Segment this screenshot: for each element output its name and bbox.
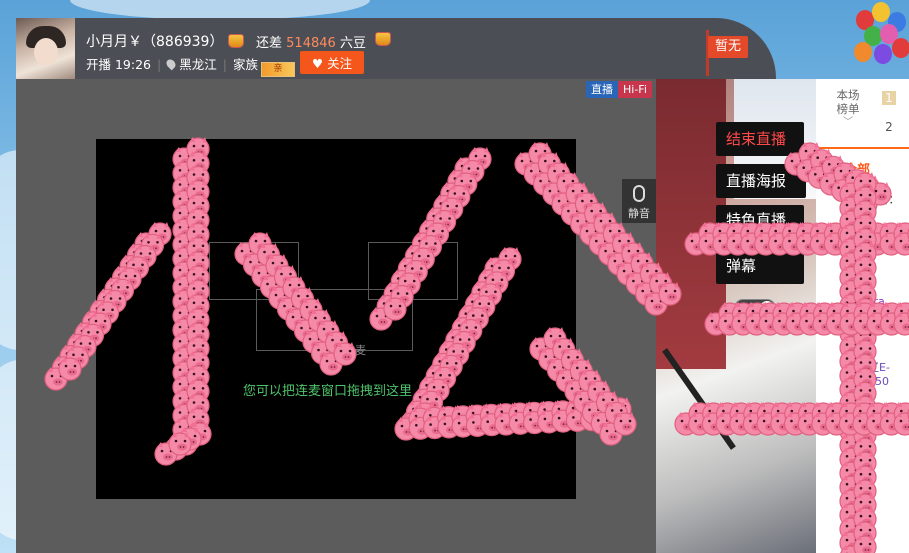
rank-position-2: 2	[885, 120, 893, 134]
rank-flag-badge[interactable]: 暂无	[708, 36, 748, 58]
live-video-stage[interactable]: 直播 Hi-Fi 连麦 您可以把连麦窗口拖拽到这里 静音	[16, 79, 656, 553]
tab-all[interactable]: 全部	[844, 159, 870, 178]
background-cloud	[70, 0, 370, 20]
microphone-icon	[633, 185, 645, 202]
needs-label: 还差	[256, 36, 283, 51]
balloons-decoration	[852, 2, 909, 74]
divider: |	[157, 57, 162, 72]
danmu-toggle[interactable]: OFF	[734, 299, 776, 317]
quality-badges: 直播 Hi-Fi	[586, 81, 652, 98]
chat-message: 辽E-650	[868, 361, 890, 388]
end-live-button[interactable]: 结束直播	[716, 122, 804, 156]
live-poster-button[interactable]: 直播海报	[716, 164, 806, 198]
next-level-crown-icon	[376, 33, 390, 45]
link-slot-label: 连麦	[344, 344, 366, 357]
session-rank-label-2: 榜单	[836, 102, 860, 116]
danmu-label: 弹幕	[726, 257, 757, 275]
mute-label: 静音	[628, 207, 650, 220]
session-rank-label: 本场	[836, 88, 860, 102]
hifi-badge[interactable]: Hi-Fi	[618, 81, 652, 98]
live-badge: 直播	[586, 81, 618, 98]
rank-panel: 本场 榜单 ﹀ 1 2 全部 告】： andora 辽E-650	[816, 79, 909, 553]
streamer-avatar[interactable]	[16, 18, 75, 79]
streamer-info-row: 开播 19:26 | 黑龙江 | 家族亲	[86, 54, 295, 77]
needs-amount: 514846	[286, 36, 336, 51]
streamer-name: 小月月￥（886939）	[86, 34, 224, 50]
family-label: 家族	[232, 57, 258, 72]
level-progress: 还差 514846 六豆	[256, 32, 366, 51]
needs-unit: 六豆	[339, 36, 366, 51]
drag-hint-text: 您可以把连麦窗口拖拽到这里	[243, 384, 413, 399]
crown-icon	[229, 35, 244, 47]
avatar-face	[34, 38, 58, 66]
family-badge[interactable]: 亲	[260, 62, 295, 77]
chevron-down-icon: ﹀	[843, 117, 853, 128]
rank-position-1: 1	[882, 91, 896, 105]
video-screen[interactable]: 连麦 您可以把连麦窗口拖拽到这里	[96, 139, 576, 499]
chat-message: andora	[846, 295, 885, 308]
location-pin-icon	[164, 57, 178, 71]
divider: |	[222, 57, 227, 72]
streamer-name-row: 小月月￥（886939）	[86, 31, 247, 51]
link-slot[interactable]	[256, 289, 413, 351]
location: 黑龙江	[179, 57, 217, 72]
danmu-control[interactable]: 弹幕 OFF	[716, 248, 804, 317]
live-since: 开播 19:26	[86, 57, 151, 72]
mute-button[interactable]: 静音	[622, 179, 656, 223]
streamer-header: 小月月￥（886939） 还差 514846 六豆 开播 19:26 | 黑龙江 | 家…	[16, 18, 776, 79]
follow-button[interactable]: ♥ 关注	[300, 51, 364, 74]
special-live-button[interactable]: 特色直播	[716, 205, 804, 235]
chat-message: 告】：	[872, 193, 900, 206]
tab-underline	[816, 147, 909, 149]
session-rank-tab[interactable]: 本场 榜单 ﹀	[828, 88, 868, 130]
